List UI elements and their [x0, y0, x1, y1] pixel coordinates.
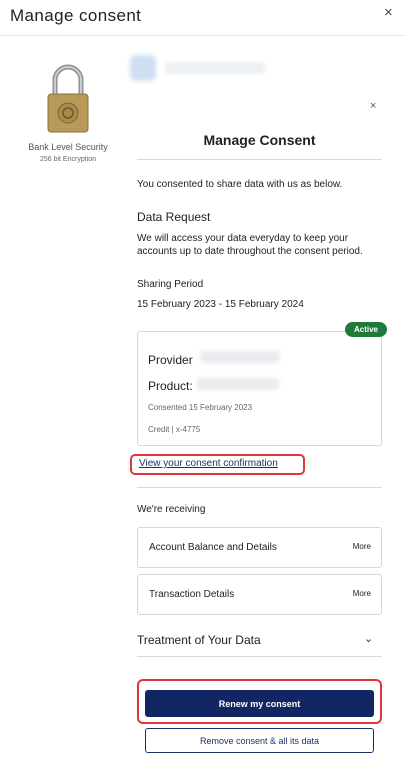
padlock-icon	[47, 64, 89, 133]
modal-header: Manage consent ×	[0, 0, 404, 36]
receiving-item-label: Account Balance and Details	[149, 542, 277, 553]
data-request-text: We will access your data everyday to kee…	[137, 233, 363, 257]
provider-value-redacted	[200, 351, 280, 363]
close-icon[interactable]: ×	[384, 4, 393, 21]
divider	[137, 656, 382, 657]
status-badge: Active	[345, 322, 387, 337]
intro-text: You consented to share data with us as b…	[137, 179, 343, 190]
receiving-item-account-balance[interactable]: Account Balance and Details More	[137, 527, 382, 568]
sharing-period-value: 15 February 2023 - 15 February 2024	[137, 299, 304, 310]
product-label: Product:	[148, 379, 193, 393]
renew-consent-button[interactable]: Renew my consent	[145, 690, 374, 717]
data-request-heading: Data Request	[137, 210, 211, 224]
consent-confirmation-link[interactable]: View your consent confirmation	[139, 458, 278, 469]
treatment-accordion[interactable]: Treatment of Your Data ⌄	[137, 632, 382, 656]
divider	[137, 487, 382, 488]
product-value-redacted	[197, 378, 279, 390]
account-number: Credit | x-4775	[148, 425, 201, 434]
chevron-down-icon[interactable]: ⌄	[364, 632, 373, 645]
panel-title: Manage Consent	[203, 132, 316, 148]
treatment-label: Treatment of Your Data	[137, 633, 261, 647]
remove-consent-button[interactable]: Remove consent & all its data	[145, 728, 374, 753]
consented-date: Consented 15 February 2023	[148, 403, 253, 412]
provider-name-redacted	[165, 62, 265, 74]
divider	[137, 159, 382, 160]
provider-logo	[130, 55, 156, 81]
receiving-item-transactions[interactable]: Transaction Details More	[137, 574, 382, 615]
more-link[interactable]: More	[353, 542, 371, 551]
receiving-heading: We're receiving	[137, 504, 206, 515]
provider-label: Provider	[148, 353, 193, 367]
panel-close-icon[interactable]: ×	[370, 100, 376, 112]
receiving-item-label: Transaction Details	[149, 589, 235, 600]
more-link[interactable]: More	[353, 589, 371, 598]
modal-title: Manage consent	[10, 6, 142, 25]
security-label: Bank Level Security	[28, 142, 108, 152]
security-badge: Bank Level Security 256 bit Encryption	[28, 62, 108, 163]
encryption-label: 256 bit Encryption	[39, 156, 97, 163]
sharing-period-heading: Sharing Period	[137, 279, 204, 290]
